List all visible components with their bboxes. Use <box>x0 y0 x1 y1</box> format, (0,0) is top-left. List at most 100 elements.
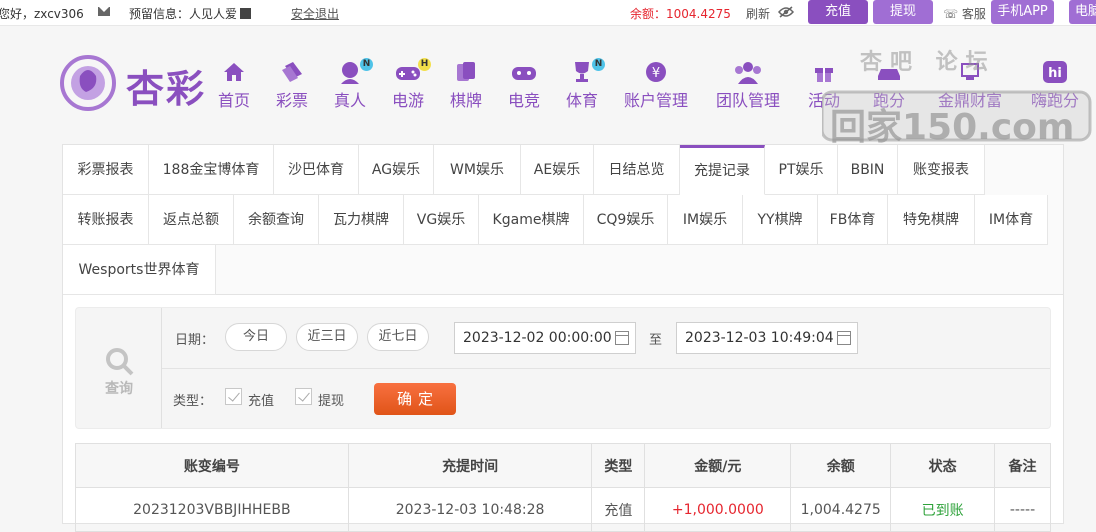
confirm-button[interactable]: 确定 <box>374 383 456 415</box>
refresh-link[interactable]: 刷新 <box>746 5 770 22</box>
cell-balance: 1,004.4275 <box>790 487 892 532</box>
tab-cq9[interactable]: CQ9娱乐 <box>584 195 668 245</box>
charge-button[interactable]: 充值 <box>808 0 868 24</box>
service-link[interactable]: ☏ 客服 <box>943 5 986 22</box>
seven-days-button[interactable]: 近七日 <box>367 323 429 351</box>
filter-box: 查询 日期： 今日 近三日 近七日 2023-12-02 00:00:00 至 … <box>75 307 1051 429</box>
controller-icon <box>512 67 536 80</box>
svg-text:¥: ¥ <box>652 66 660 81</box>
tab-pt[interactable]: PT娱乐 <box>765 145 838 195</box>
to-label: 至 <box>649 333 663 348</box>
nav-chess[interactable]: 棋牌 <box>450 60 482 111</box>
nav-home[interactable]: 首页 <box>218 60 250 111</box>
brand-logo-icon[interactable] <box>58 54 118 112</box>
col-amount: 金额/元 <box>644 443 792 488</box>
start-date-input[interactable]: 2023-12-02 00:00:00 <box>454 322 636 354</box>
tab-yy-chess[interactable]: YY棋牌 <box>743 195 818 245</box>
tab-ae[interactable]: AE娱乐 <box>521 145 594 195</box>
top-bar: 您好，zxcv306 预留信息：人见人爱 安全退出 余额：1004.4275 刷… <box>0 0 1096 26</box>
watermark-top: 杏吧 论坛 <box>860 50 996 75</box>
calendar-icon[interactable] <box>837 331 851 345</box>
pc-button[interactable]: 电脑 <box>1069 0 1096 24</box>
home-icon <box>224 63 244 81</box>
watermark-bottom: 回家150.com <box>830 107 1075 148</box>
nav-esports[interactable]: 电竞 <box>508 60 540 111</box>
type-label: 类型： <box>173 394 213 409</box>
end-date-input[interactable]: 2023-12-03 10:49:04 <box>676 322 858 354</box>
tab-transfer-report[interactable]: 转账报表 <box>63 195 149 245</box>
withdraw-checkbox[interactable] <box>295 388 312 405</box>
col-serial: 账变编号 <box>75 443 349 488</box>
reserved-info: 预留信息：人见人爱 <box>129 5 252 22</box>
cell-time: 2023-12-03 10:48:28 <box>347 487 593 532</box>
nav-team[interactable]: 团队管理 <box>716 60 780 111</box>
table-row: 20231203VBBJIHHEBB 2023-12-03 10:48:28 充… <box>75 487 1051 532</box>
tab-balance-query[interactable]: 余额查询 <box>234 195 319 245</box>
tab-ag[interactable]: AG娱乐 <box>359 145 434 195</box>
edit-icon[interactable] <box>240 8 252 19</box>
nav-sports[interactable]: N 体育 <box>566 58 605 111</box>
col-balance: 余额 <box>790 443 892 488</box>
cell-amount: +1,000.0000 <box>644 487 792 532</box>
search-icon <box>106 348 134 376</box>
tab-vg[interactable]: VG娱乐 <box>404 195 479 245</box>
col-type: 类型 <box>591 443 646 488</box>
tab-bbin[interactable]: BBIN <box>838 145 898 195</box>
brand-name: 杏彩 <box>126 66 207 111</box>
col-remark: 备注 <box>994 443 1051 488</box>
greeting-text: 您好，zxcv306 <box>0 7 84 21</box>
header: 杏彩 首页 彩票 N 真人 H 电游 棋牌 电竞 N 体育 ¥ 账户管理 团队管… <box>0 26 1096 148</box>
trophy-icon: N <box>569 58 605 84</box>
mobile-app-button[interactable]: 手机APP <box>991 0 1054 24</box>
withdraw-button[interactable]: 提现 <box>873 0 933 24</box>
tab-rebate-total[interactable]: 返点总额 <box>149 195 234 245</box>
tab-saba-sports[interactable]: 沙巴体育 <box>274 145 359 195</box>
tab-balance-change[interactable]: 账变报表 <box>898 145 985 195</box>
gamepad-icon: H <box>395 58 431 84</box>
balance-text: 余额：1004.4275 <box>630 7 731 21</box>
cell-type: 充值 <box>591 487 646 532</box>
nav-live[interactable]: N 真人 <box>334 58 373 111</box>
hi-icon: hi <box>1043 61 1067 83</box>
tab-wali-chess[interactable]: 瓦力棋牌 <box>319 195 404 245</box>
gift-icon <box>815 68 833 82</box>
mail-icon[interactable] <box>98 7 110 16</box>
tab-deposit-withdraw[interactable]: 充提记录 <box>680 145 765 195</box>
date-label: 日期： <box>175 333 215 348</box>
yen-icon: ¥ <box>646 62 666 82</box>
hot-badge: H <box>418 58 431 71</box>
charge-checkbox-label[interactable]: 充值 <box>248 390 274 409</box>
report-tabs: 彩票报表 188金宝博体育 沙巴体育 AG娱乐 WM娱乐 AE娱乐 日结总览 充… <box>63 145 1063 295</box>
team-icon <box>735 62 761 84</box>
charge-checkbox[interactable] <box>225 388 242 405</box>
nav-lottery[interactable]: 彩票 <box>276 60 308 111</box>
table-header-row: 账变编号 充提时间 类型 金额/元 余额 状态 备注 <box>75 443 1051 488</box>
tab-kgame-chess[interactable]: Kgame棋牌 <box>479 195 584 245</box>
tab-free-chess[interactable]: 特免棋牌 <box>888 195 975 245</box>
ticket-icon <box>282 62 302 82</box>
tab-lottery-report[interactable]: 彩票报表 <box>63 145 149 195</box>
tab-fb-sports[interactable]: FB体育 <box>818 195 888 245</box>
three-days-button[interactable]: 近三日 <box>296 323 358 351</box>
tab-daily-overview[interactable]: 日结总览 <box>594 145 680 195</box>
svg-text:hi: hi <box>1048 66 1062 81</box>
tab-wesports[interactable]: Wesports世界体育 <box>63 245 216 295</box>
main-panel: 彩票报表 188金宝博体育 沙巴体育 AG娱乐 WM娱乐 AE娱乐 日结总览 充… <box>62 144 1064 532</box>
cell-status: 已到账 <box>890 487 996 532</box>
nav-slots[interactable]: H 电游 <box>392 58 431 111</box>
cell-serial: 20231203VBBJIHHEBB <box>75 487 349 532</box>
hide-balance-icon[interactable] <box>778 6 794 18</box>
new-badge: N <box>592 58 605 71</box>
nav-account[interactable]: ¥ 账户管理 <box>624 60 688 111</box>
logout-link[interactable]: 安全退出 <box>291 5 339 22</box>
tab-wm[interactable]: WM娱乐 <box>434 145 521 195</box>
tab-im[interactable]: IM娱乐 <box>668 195 743 245</box>
query-label: 查询 <box>105 381 133 397</box>
tab-im-sports[interactable]: IM体育 <box>975 195 1048 245</box>
today-button[interactable]: 今日 <box>225 323 287 351</box>
col-status: 状态 <box>890 443 996 488</box>
cards-icon <box>457 62 475 81</box>
calendar-icon[interactable] <box>615 331 629 345</box>
tab-188-sports[interactable]: 188金宝博体育 <box>149 145 274 195</box>
withdraw-checkbox-label[interactable]: 提现 <box>318 390 344 409</box>
